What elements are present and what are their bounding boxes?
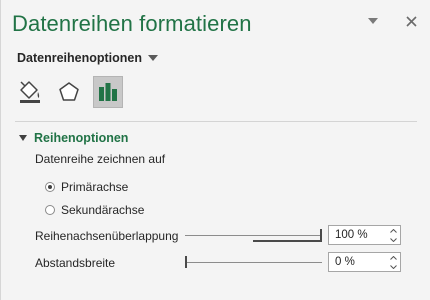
spin-down-button[interactable] xyxy=(386,262,400,271)
spin-up-button[interactable] xyxy=(386,253,400,262)
radio-primary-axis[interactable]: Primärachse xyxy=(45,180,128,194)
series-overlap-label: Reihenachsenüberlappung xyxy=(35,229,179,243)
radio-button-checked[interactable] xyxy=(45,182,55,192)
series-options-group-header[interactable]: Reihenoptionen xyxy=(19,131,128,145)
radio-button-unchecked[interactable] xyxy=(45,205,55,215)
spin-up-button[interactable] xyxy=(386,226,400,235)
series-overlap-slider[interactable] xyxy=(185,229,322,242)
series-options-dropdown-label: Datenreihenoptionen xyxy=(17,51,143,65)
spin-down-button[interactable] xyxy=(386,235,400,244)
slider-thumb[interactable] xyxy=(320,229,322,241)
chevron-up-icon xyxy=(389,255,397,260)
slider-thumb[interactable] xyxy=(185,256,187,268)
gap-width-slider[interactable] xyxy=(185,256,322,268)
gap-width-label: Abstandsbreite xyxy=(35,256,116,270)
tab-fill-line[interactable] xyxy=(15,76,45,108)
close-icon xyxy=(405,15,417,27)
series-options-dropdown[interactable]: Datenreihenoptionen xyxy=(17,51,159,65)
gap-width-value[interactable]: 0 % xyxy=(335,256,355,268)
series-overlap-spinbox[interactable]: 100 % xyxy=(328,225,401,245)
chevron-down-icon xyxy=(389,237,397,242)
triangle-down-icon xyxy=(19,135,27,141)
chevron-down-icon xyxy=(389,264,397,269)
radio-primary-axis-label: Primärachse xyxy=(61,180,129,194)
tab-effects[interactable] xyxy=(54,76,84,108)
slider-fill xyxy=(253,240,322,242)
chevron-up-icon xyxy=(389,228,397,233)
series-options-group-label: Reihenoptionen xyxy=(34,131,129,145)
radio-secondary-axis-label: Sekundärachse xyxy=(61,203,145,217)
paint-bucket-icon xyxy=(20,81,40,103)
chevron-down-icon xyxy=(368,18,378,24)
close-button[interactable] xyxy=(401,10,421,32)
pentagon-icon xyxy=(59,82,79,101)
series-overlap-value[interactable]: 100 % xyxy=(335,229,368,241)
tab-series-options[interactable] xyxy=(93,76,123,108)
bar-chart-icon xyxy=(99,83,117,101)
pane-title: Datenreihen formatieren xyxy=(12,11,252,36)
plot-series-on-label: Datenreihe zeichnen auf xyxy=(35,152,166,166)
radio-secondary-axis[interactable]: Sekundärachse xyxy=(45,203,144,217)
divider xyxy=(15,121,417,122)
chevron-down-icon xyxy=(148,55,159,61)
task-pane-options-button[interactable] xyxy=(363,10,383,32)
format-data-series-pane: Datenreihen formatieren Datenreihenoptio… xyxy=(0,0,430,300)
gap-width-spinbox[interactable]: 0 % xyxy=(328,252,401,272)
